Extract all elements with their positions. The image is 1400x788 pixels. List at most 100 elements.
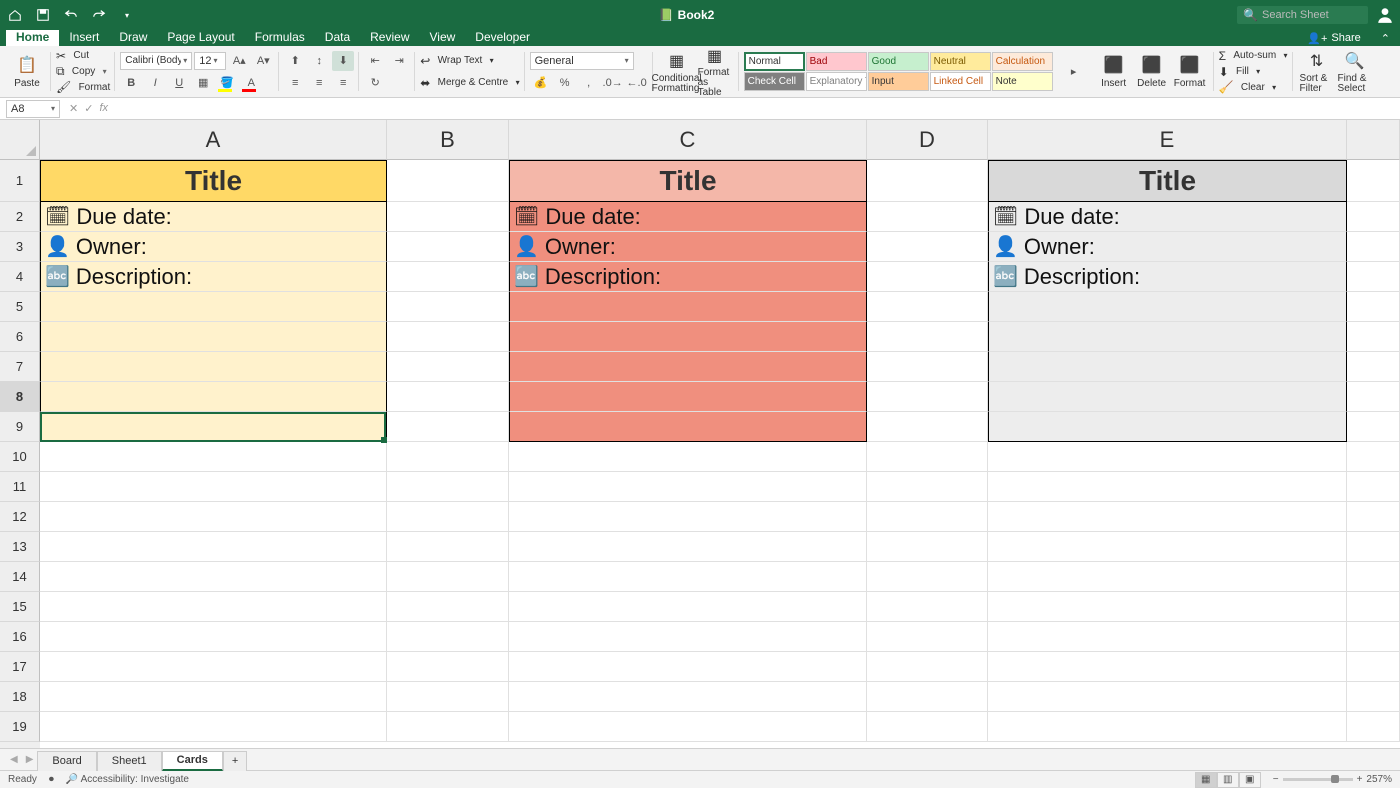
cell-styles-gallery[interactable]: NormalBadGoodNeutralCalculation Check Ce… [744,52,1053,91]
delete-cells-button[interactable]: ⬛Delete [1133,48,1171,95]
cell-A16[interactable] [40,622,387,652]
cell-A2[interactable]: 🗓Due date: [40,202,387,232]
font-color-button[interactable]: A [240,73,262,93]
decrease-indent-icon[interactable]: ⇤ [364,51,386,71]
row-header-1[interactable]: 1 [0,160,40,202]
cell-B3[interactable] [387,232,509,262]
cell-D2[interactable] [867,202,988,232]
cell-C3[interactable]: 👤Owner: [509,232,867,262]
search-input[interactable] [1262,9,1362,21]
cell-C10[interactable] [509,442,867,472]
cell-E13[interactable] [988,532,1347,562]
home-icon[interactable] [6,6,24,24]
cell-B19[interactable] [387,712,509,742]
tab-view[interactable]: View [420,30,466,46]
cell-C17[interactable] [509,652,867,682]
cell-C9[interactable] [509,412,867,442]
cell-A6[interactable] [40,322,387,352]
cell-D8[interactable] [867,382,988,412]
format-painter-button[interactable]: 🖌 Format [56,79,110,95]
cell-D3[interactable] [867,232,988,262]
cell-D18[interactable] [867,682,988,712]
cell-E11[interactable] [988,472,1347,502]
tab-developer[interactable]: Developer [465,30,540,46]
font-size-combo[interactable]: 12▾ [194,52,226,70]
save-icon[interactable] [34,6,52,24]
cell-E2[interactable]: 🗓Due date: [988,202,1347,232]
align-top-icon[interactable]: ⬆ [284,51,306,71]
cell-A18[interactable] [40,682,387,712]
cell-D5[interactable] [867,292,988,322]
style-calculation[interactable]: Calculation [992,52,1053,71]
italic-button[interactable]: I [144,73,166,93]
style-linked-cell[interactable]: Linked Cell [930,72,991,91]
page-break-view-button[interactable]: ▣ [1239,772,1261,788]
cell-E3[interactable]: 👤Owner: [988,232,1347,262]
row-header-19[interactable]: 19 [0,712,40,742]
cell-C18[interactable] [509,682,867,712]
bold-button[interactable]: B [120,73,142,93]
tab-draw[interactable]: Draw [109,30,157,46]
cell-E16[interactable] [988,622,1347,652]
share-button[interactable]: 👤+ Share [1297,30,1370,46]
row-header-7[interactable]: 7 [0,352,40,382]
page-layout-view-button[interactable]: ▥ [1217,772,1239,788]
cell-C4[interactable]: 🔤Description: [509,262,867,292]
cell-A9[interactable] [40,412,387,442]
increase-indent-icon[interactable]: ⇥ [388,51,410,71]
style-good[interactable]: Good [868,52,929,71]
wrap-text-button[interactable]: ↩ Wrap Text ▾ [420,50,519,72]
cell-D16[interactable] [867,622,988,652]
increase-decimal-icon[interactable]: .0→ [602,73,624,93]
col-header-C[interactable]: C [509,120,867,160]
cell-B9[interactable] [387,412,509,442]
cell-E8[interactable] [988,382,1347,412]
sheet-tab-sheet1[interactable]: Sheet1 [97,751,162,771]
cell-D7[interactable] [867,352,988,382]
row-header-11[interactable]: 11 [0,472,40,502]
cell-B2[interactable] [387,202,509,232]
merge-centre-button[interactable]: ⬌ Merge & Centre ▾ [420,72,519,94]
increase-font-icon[interactable]: A▴ [228,51,250,71]
cell-B1[interactable] [387,160,509,202]
cell-A13[interactable] [40,532,387,562]
search-box[interactable]: 🔍 [1237,6,1368,24]
cell-D4[interactable] [867,262,988,292]
cell-E4[interactable]: 🔤Description: [988,262,1347,292]
cell-A11[interactable] [40,472,387,502]
sort-filter-button[interactable]: ⇅Sort & Filter [1298,48,1336,95]
align-bottom-icon[interactable]: ⬇ [332,51,354,71]
qat-more-icon[interactable]: ▾ [118,6,136,24]
number-format-combo[interactable]: General▾ [530,52,634,70]
font-combo[interactable]: Calibri (Body)▾ [120,52,192,70]
cell-D17[interactable] [867,652,988,682]
style-input[interactable]: Input [868,72,929,91]
row-header-18[interactable]: 18 [0,682,40,712]
clear-button[interactable]: 🧹 Clear ▾ [1219,79,1288,95]
underline-button[interactable]: U [168,73,190,93]
macro-record-icon[interactable]: ⏺ [49,774,54,785]
row-header-10[interactable]: 10 [0,442,40,472]
cell-A14[interactable] [40,562,387,592]
fx-icon[interactable]: fx [99,102,108,115]
paste-button[interactable]: 📋 Paste [8,48,46,95]
select-all-corner[interactable] [0,120,40,160]
tab-page-layout[interactable]: Page Layout [157,30,244,46]
zoom-slider[interactable] [1283,778,1353,781]
cell-C8[interactable] [509,382,867,412]
cell-B18[interactable] [387,682,509,712]
cell-E7[interactable] [988,352,1347,382]
row-header-3[interactable]: 3 [0,232,40,262]
cell-A4[interactable]: 🔤Description: [40,262,387,292]
tab-data[interactable]: Data [315,30,360,46]
cell-E17[interactable] [988,652,1347,682]
cell-C5[interactable] [509,292,867,322]
cell-B10[interactable] [387,442,509,472]
cell-A7[interactable] [40,352,387,382]
format-as-table-button[interactable]: ▦Format as Table [696,48,734,95]
autosum-button[interactable]: Σ Auto-sum ▾ [1219,48,1288,64]
tab-home[interactable]: Home [6,30,59,46]
row-header-17[interactable]: 17 [0,652,40,682]
cell-E18[interactable] [988,682,1347,712]
zoom-level[interactable]: 257% [1366,774,1392,785]
